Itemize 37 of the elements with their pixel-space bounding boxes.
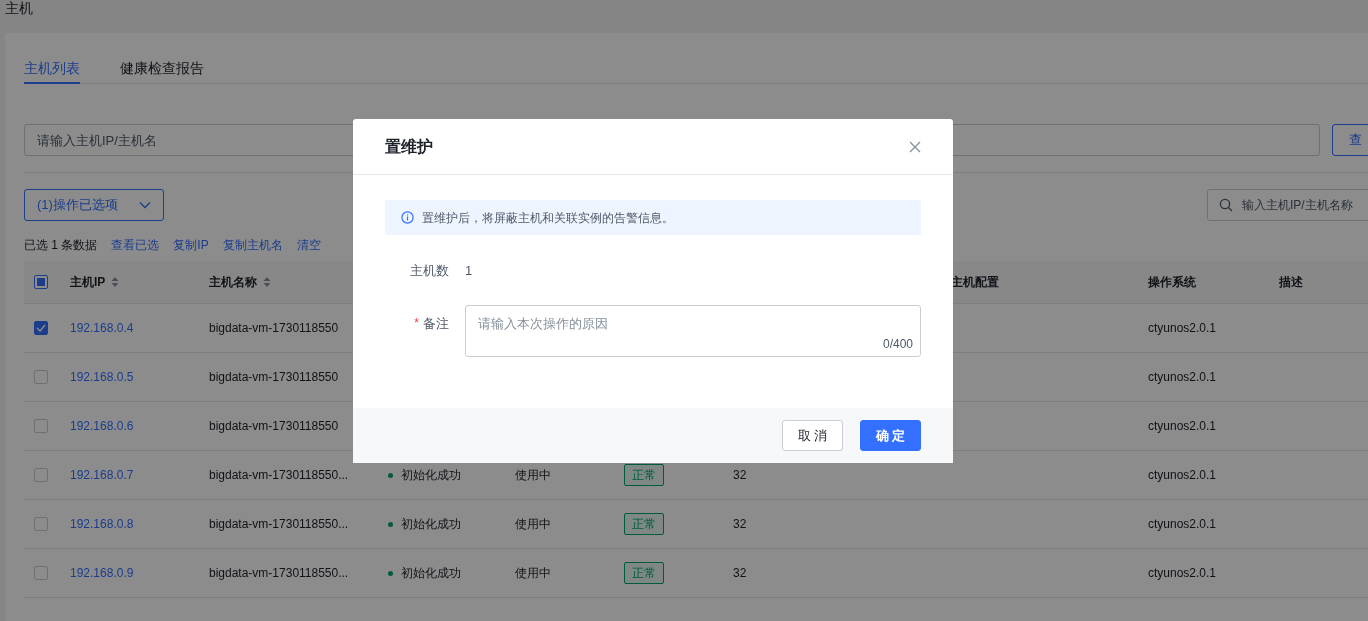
field-value: 1 xyxy=(465,262,473,280)
required-mark: * xyxy=(414,315,419,333)
table-cell: ctyunos2.0.1 xyxy=(1148,370,1217,384)
table-cell: ctyunos2.0.1 xyxy=(1148,468,1217,482)
column-header: 操作系统 xyxy=(1148,274,1196,291)
table-cell: bigdata-vm-1730118550... xyxy=(209,517,349,531)
table-cell: ctyunos2.0.1 xyxy=(1148,566,1217,580)
table-cell: 使用中 xyxy=(515,468,551,482)
table-cell: 32 xyxy=(733,566,747,580)
table-cell: bigdata-vm-1730118550 xyxy=(209,370,339,384)
field-label: 主机数 xyxy=(410,262,449,280)
selection-summary: 已选 1 条数据 xyxy=(24,237,98,254)
table-cell: ctyunos2.0.1 xyxy=(1148,419,1217,433)
table-cell: 使用中 xyxy=(515,566,551,580)
table-cell-text: 初始化成功 xyxy=(401,516,461,533)
table-cell-text: 初始化成功 xyxy=(401,467,461,484)
table-cell: bigdata-vm-1730118550... xyxy=(209,468,349,482)
table-cell: bigdata-vm-1730118550 xyxy=(209,419,339,433)
table-cell: bigdata-vm-1730118550 xyxy=(209,321,339,335)
table-cell: ctyunos2.0.1 xyxy=(1148,517,1217,531)
health-tag: 正常 xyxy=(624,513,664,535)
character-counter: 0/400 xyxy=(882,335,913,353)
health-tag: 正常 xyxy=(624,562,664,584)
column-header: 主机IP xyxy=(70,274,106,291)
table-cell: 32 xyxy=(733,517,747,531)
column-header: 主机名称 xyxy=(209,274,257,291)
alert-text: 置维护后，将屏蔽主机和关联实例的告警信息。 xyxy=(422,209,674,227)
table-cell-text: 初始化成功 xyxy=(401,565,461,582)
table-cell: ctyunos2.0.1 xyxy=(1148,321,1217,335)
health-tag: 正常 xyxy=(624,464,664,486)
table-cell: 使用中 xyxy=(515,517,551,531)
dialog-title: 置维护 xyxy=(385,136,433,157)
table-cell: 32 xyxy=(733,468,747,482)
field-label: 备注 xyxy=(423,314,449,333)
table-cell: bigdata-vm-1730118550... xyxy=(209,566,349,580)
page-title: 主机 xyxy=(5,0,34,16)
column-header: 描述 xyxy=(1279,274,1303,291)
